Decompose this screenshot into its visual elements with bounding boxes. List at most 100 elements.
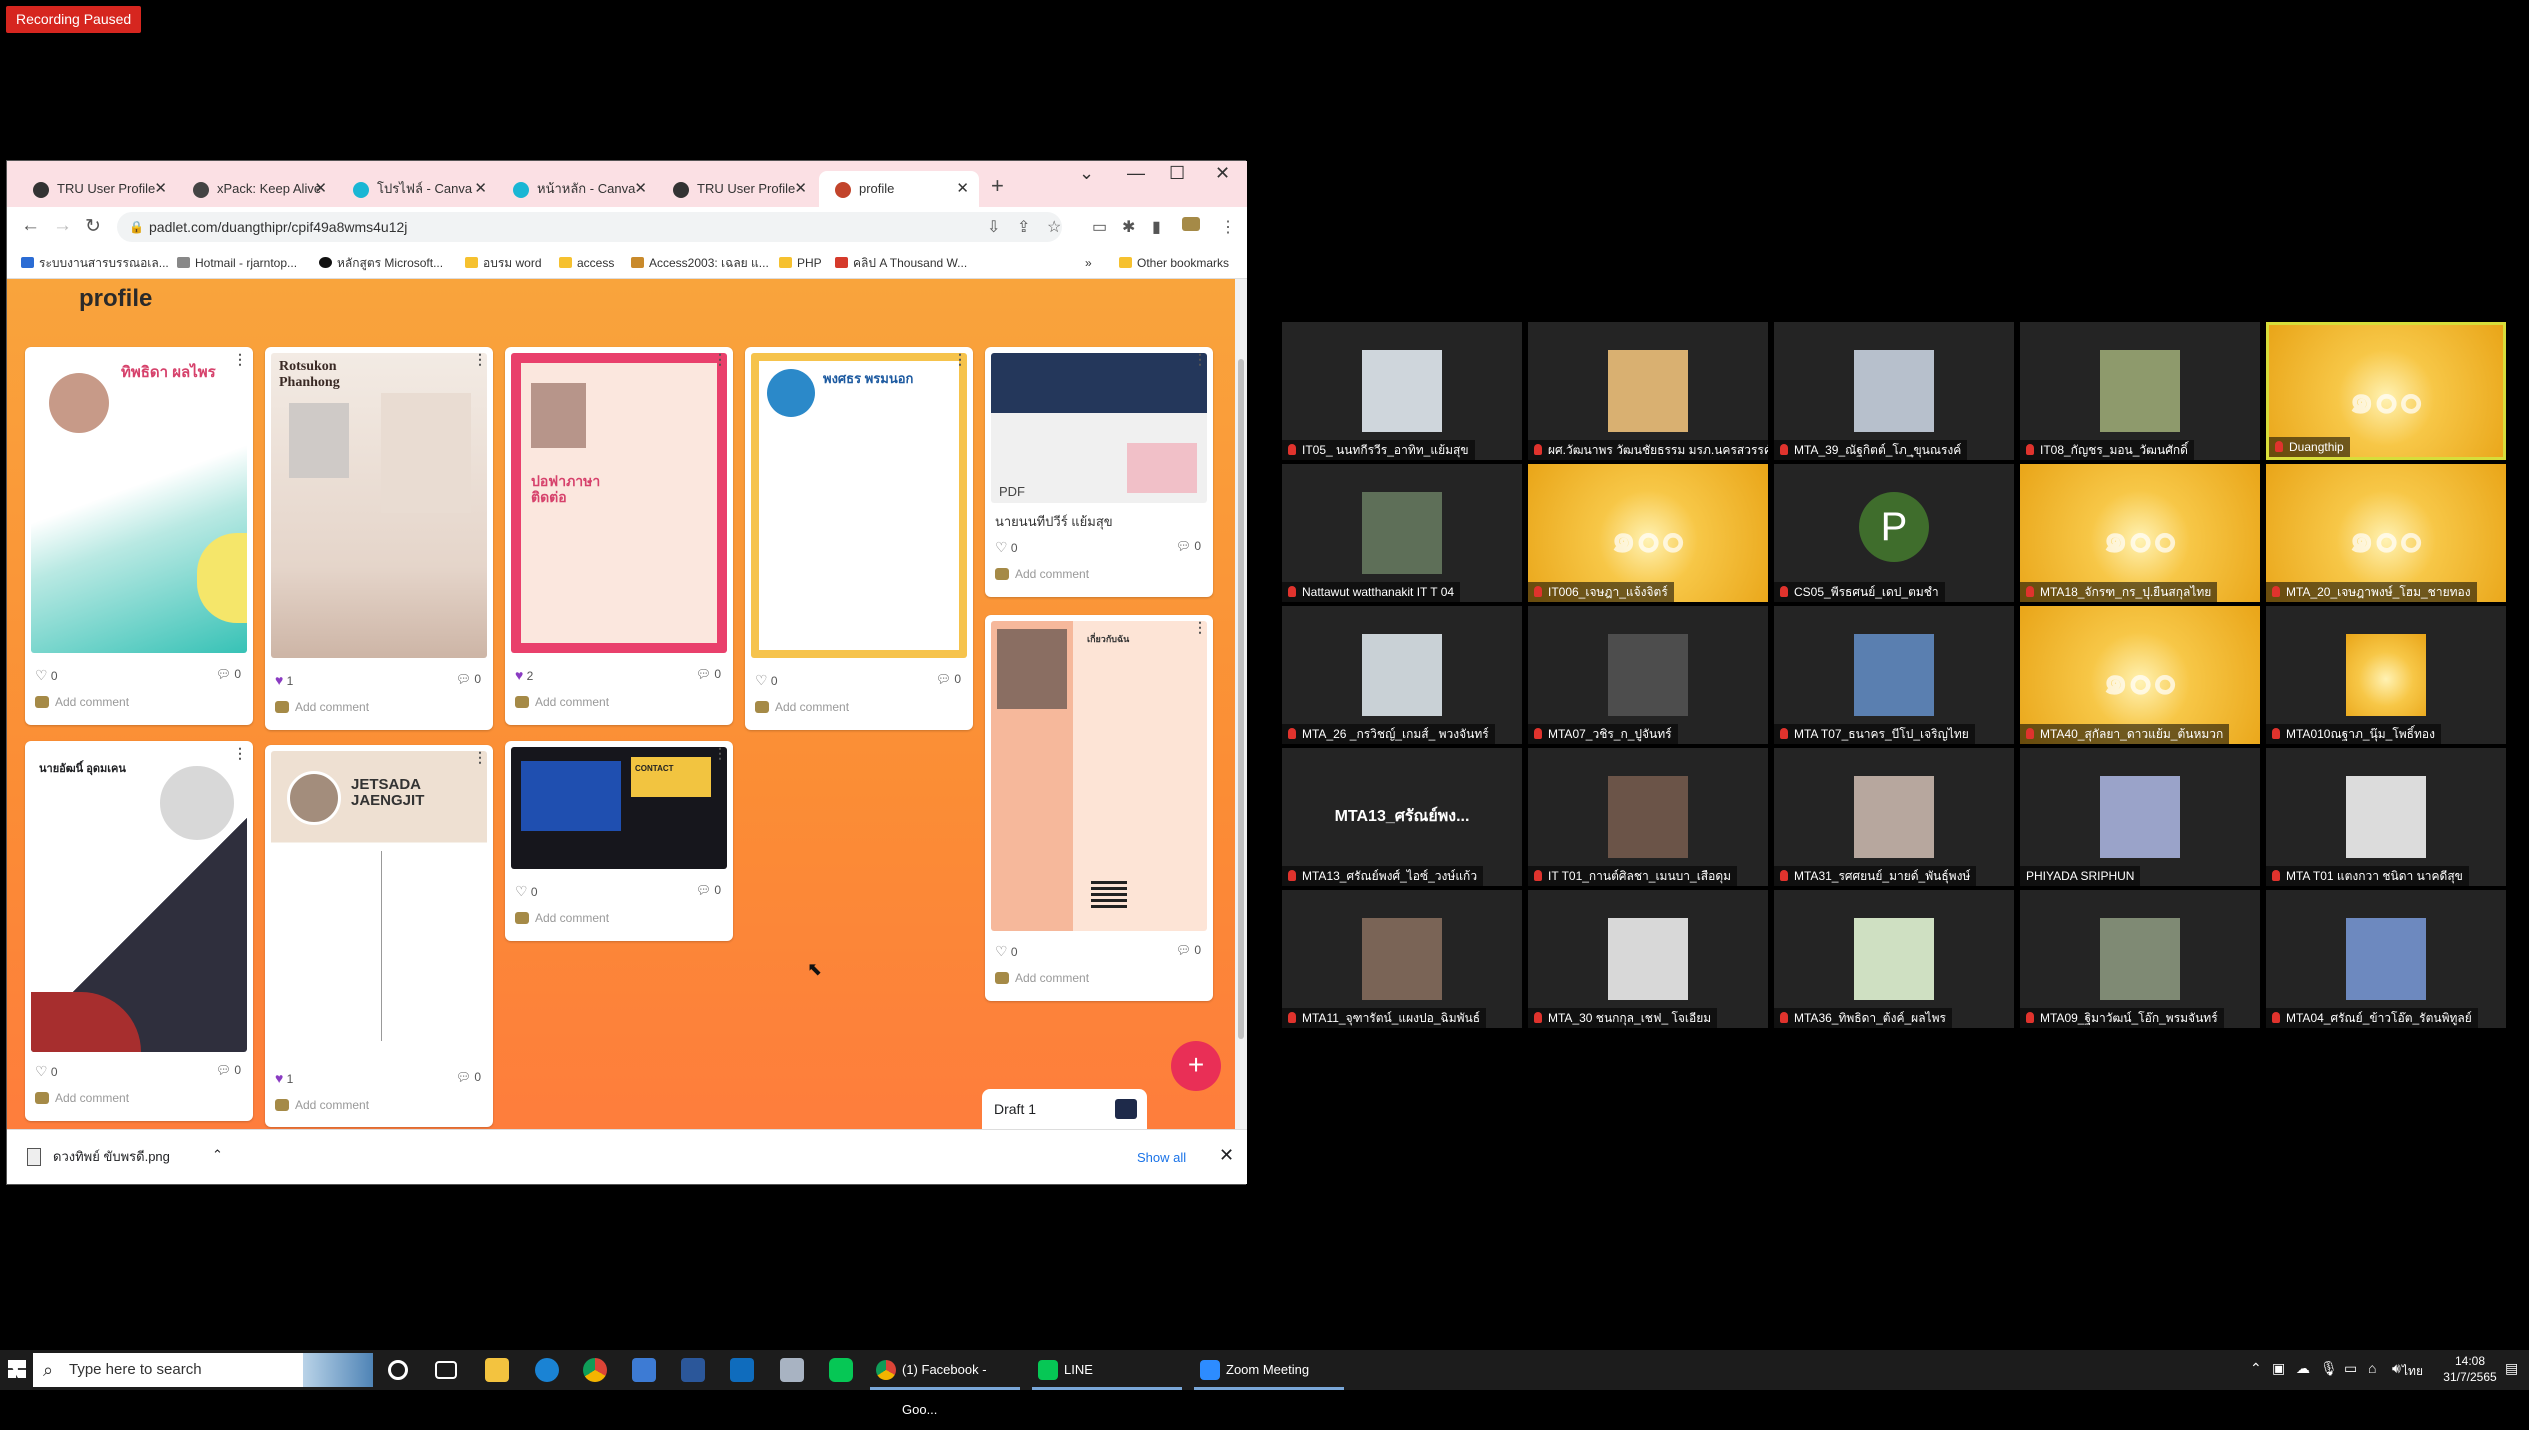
bookmark-folder[interactable]: PHP	[777, 247, 822, 279]
participant-tile[interactable]: MTA_26 _กรวิชญ์_เกมส์_ พวงจันทร์	[1282, 606, 1522, 744]
taskbar-app-zoom[interactable]: Zoom Meeting	[1194, 1350, 1344, 1390]
add-comment[interactable]: Add comment	[995, 971, 1089, 985]
post-card[interactable]: ทิพธิดา ผลไพร ⋮ ♡ 0 💬︎ 0 Add comment	[25, 347, 253, 725]
participant-tile[interactable]: ผศ.วัฒนาพร วัฒนชัยธรรม มรภ.นครสวรรค์	[1528, 322, 1768, 460]
post-menu-icon[interactable]: ⋮	[1193, 351, 1207, 368]
add-comment[interactable]: Add comment	[35, 695, 129, 709]
tab-tru-user-profile-1[interactable]: TRU User Profile ✕	[17, 171, 177, 207]
cast-icon[interactable]: ▭	[1092, 217, 1107, 237]
add-comment[interactable]: Add comment	[35, 1091, 129, 1105]
bookmark-item[interactable]: Access2003: เฉลย แ...	[629, 247, 769, 279]
post-image[interactable]: CONTACT	[511, 747, 727, 869]
comment-count[interactable]: 💬︎ 0	[1176, 539, 1201, 553]
volume-icon[interactable]: 🔊︎	[2392, 1360, 2401, 1377]
file-explorer-icon[interactable]	[485, 1358, 509, 1382]
comment-count[interactable]: 💬︎ 0	[456, 1070, 481, 1084]
tab-xpack[interactable]: xPack: Keep Alive ✕	[177, 171, 337, 207]
comment-count[interactable]: 💬︎ 0	[696, 883, 721, 897]
draft-tab[interactable]: Draft 1	[982, 1089, 1147, 1129]
participant-tile[interactable]: MTA13_ศรัณย์พง... MTA13_ศรัณย์พงศ์_ไอซ์_ว…	[1282, 748, 1522, 886]
network-icon[interactable]: ⌂	[2368, 1360, 2376, 1376]
add-comment[interactable]: Add comment	[275, 700, 369, 714]
bookmarks-overflow-icon[interactable]: »	[1085, 247, 1092, 279]
participant-tile[interactable]: IT006_เจษฎา_แจ้งจิตร์	[1528, 464, 1768, 602]
bookmark-item[interactable]: ระบบงานสารบรรณอเล...	[19, 247, 169, 279]
close-window-icon[interactable]: ✕	[1215, 163, 1230, 184]
post-image[interactable]: พงศธร พรมนอก	[751, 353, 967, 658]
notifications-icon[interactable]: ▤	[2505, 1360, 2518, 1377]
onedrive-icon[interactable]: ☁	[2296, 1360, 2310, 1377]
post-image[interactable]: JETSADA JAENGJIT	[271, 751, 487, 1056]
post-card[interactable]: พงศธร พรมนอก ⋮ ♡ 0 💬︎ 0 Add comment	[745, 347, 973, 730]
download-item[interactable]: ดวงทิพย์ ขับพรดี.png	[19, 1142, 239, 1172]
like-count[interactable]: ♡ 0	[995, 539, 1018, 556]
add-comment[interactable]: Add comment	[515, 695, 609, 709]
word-icon[interactable]	[681, 1358, 705, 1382]
scrollbar[interactable]	[1235, 279, 1247, 1129]
add-comment[interactable]: Add comment	[755, 700, 849, 714]
add-comment[interactable]: Add comment	[275, 1098, 369, 1112]
tab-canva-profile[interactable]: โปรไฟล์ - Canva ✕	[337, 171, 497, 207]
post-menu-icon[interactable]: ⋮	[473, 351, 487, 368]
battery-icon[interactable]: ▭	[2344, 1360, 2357, 1377]
other-bookmarks[interactable]: Other bookmarks	[1117, 247, 1229, 279]
bookmark-item[interactable]: คลิป A Thousand W...	[833, 247, 967, 279]
cortana-icon[interactable]	[388, 1360, 408, 1380]
post-image[interactable]: ทิพธิดา ผลไพร	[31, 353, 247, 653]
post-menu-icon[interactable]: ⋮	[1193, 619, 1207, 636]
participant-tile[interactable]: IT T01_กานต์ศิลชา_เมนบา_เสือดุม	[1528, 748, 1768, 886]
chevron-up-icon[interactable]: ⌃	[212, 1147, 223, 1163]
post-menu-icon[interactable]: ⋮	[233, 351, 247, 368]
mail-icon[interactable]	[730, 1358, 754, 1382]
post-image[interactable]: เกี่ยวกับฉัน	[991, 621, 1207, 931]
post-card[interactable]: CONTACT ⋮ ♡ 0 💬︎ 0 Add comment	[505, 741, 733, 941]
minimize-icon[interactable]: —	[1127, 163, 1145, 184]
post-image[interactable]: ปอฟาภาษา ติดต่อ	[511, 353, 727, 653]
participant-tile[interactable]: MTA07_วชิร_ก_ปูจันทร์	[1528, 606, 1768, 744]
close-icon[interactable]: ✕	[956, 171, 969, 207]
tab-tru-user-profile-2[interactable]: TRU User Profile ✕	[657, 171, 817, 207]
sidepanel-icon[interactable]: ▮	[1152, 217, 1161, 237]
participant-tile[interactable]: Nattawut watthanakit IT T 04	[1282, 464, 1522, 602]
line-app-icon[interactable]	[829, 1358, 853, 1382]
participant-tile[interactable]: MTA_39_ณัฐกิตต์_โภ_ุขุนณรงค์	[1774, 322, 2014, 460]
like-count[interactable]: ♡ 0	[515, 883, 538, 900]
add-post-button[interactable]: +	[1171, 1041, 1221, 1091]
share-icon[interactable]: ⇪	[1017, 217, 1030, 237]
post-menu-icon[interactable]: ⋮	[953, 351, 967, 368]
task-view-icon[interactable]	[435, 1361, 457, 1379]
participant-tile[interactable]: MTA04_ศรัณย์_ข้าวโอ๊ต_รัตนพิทูลย์	[2266, 890, 2506, 1028]
taskbar-search[interactable]: ⌕ Type here to search	[33, 1353, 373, 1387]
participant-tile[interactable]: MTA010ณฐาภ_นุ๊ม_โพธิ์ทอง	[2266, 606, 2506, 744]
bookmark-star-icon[interactable]: ☆	[1047, 217, 1061, 237]
post-image[interactable]: Rotsukon Phanhong	[271, 353, 487, 658]
participant-tile[interactable]: PHIYADA SRIPHUN	[2020, 748, 2260, 886]
forward-icon[interactable]: →	[53, 215, 72, 237]
taskbar-app-line[interactable]: LINE	[1032, 1350, 1182, 1390]
menu-icon[interactable]: ⋮	[1220, 217, 1236, 237]
participant-tile[interactable]: P CS05_พีรธศนย์_เดป_ตมชำ	[1774, 464, 2014, 602]
like-count[interactable]: ♡ 0	[35, 1063, 58, 1080]
post-menu-icon[interactable]: ⋮	[233, 745, 247, 762]
bookmark-item[interactable]: หลักสูตร Microsoft...	[317, 247, 443, 279]
comment-count[interactable]: 💬︎ 0	[456, 672, 481, 686]
post-image[interactable]: นายอัฒนิ์ อุดมเคน	[31, 747, 247, 1052]
participant-tile[interactable]: MTA_20_เจษฎาพงษ์_โฮม_ชายทอง	[2266, 464, 2506, 602]
show-all-button[interactable]: Show all	[1137, 1150, 1186, 1165]
edge-icon[interactable]	[535, 1358, 559, 1382]
windows-start-icon[interactable]	[8, 1360, 26, 1378]
like-count[interactable]: ♡ 0	[995, 943, 1018, 960]
close-icon[interactable]: ✕	[314, 171, 327, 207]
post-card[interactable]: JETSADA JAENGJIT ⋮ ♥ 1 💬︎ 0 Add comment	[265, 745, 493, 1127]
participant-tile[interactable]: MTA T01 แตงกวา ชนิดา นาคดีสุข	[2266, 748, 2506, 886]
comment-count[interactable]: 💬︎ 0	[696, 667, 721, 681]
close-icon[interactable]: ✕	[154, 171, 167, 207]
bookmark-folder[interactable]: อบรม word	[463, 247, 542, 279]
post-card[interactable]: PDF นายนนทีปวีร์ แย้มสุข ⋮ ♡ 0 💬︎ 0 Add …	[985, 347, 1213, 597]
system-clock[interactable]: 14:08 31/7/2565	[2430, 1353, 2510, 1385]
install-icon[interactable]: ⇩	[987, 217, 1000, 237]
store-icon[interactable]	[632, 1358, 656, 1382]
participant-tile[interactable]: IT08_กัญชร_มอน_วัฒนศักดิ์	[2020, 322, 2260, 460]
participant-tile[interactable]: MTA31_รศศยนย์_มายด์_พันธุ์พงษ์	[1774, 748, 2014, 886]
comment-count[interactable]: 💬︎ 0	[216, 667, 241, 681]
